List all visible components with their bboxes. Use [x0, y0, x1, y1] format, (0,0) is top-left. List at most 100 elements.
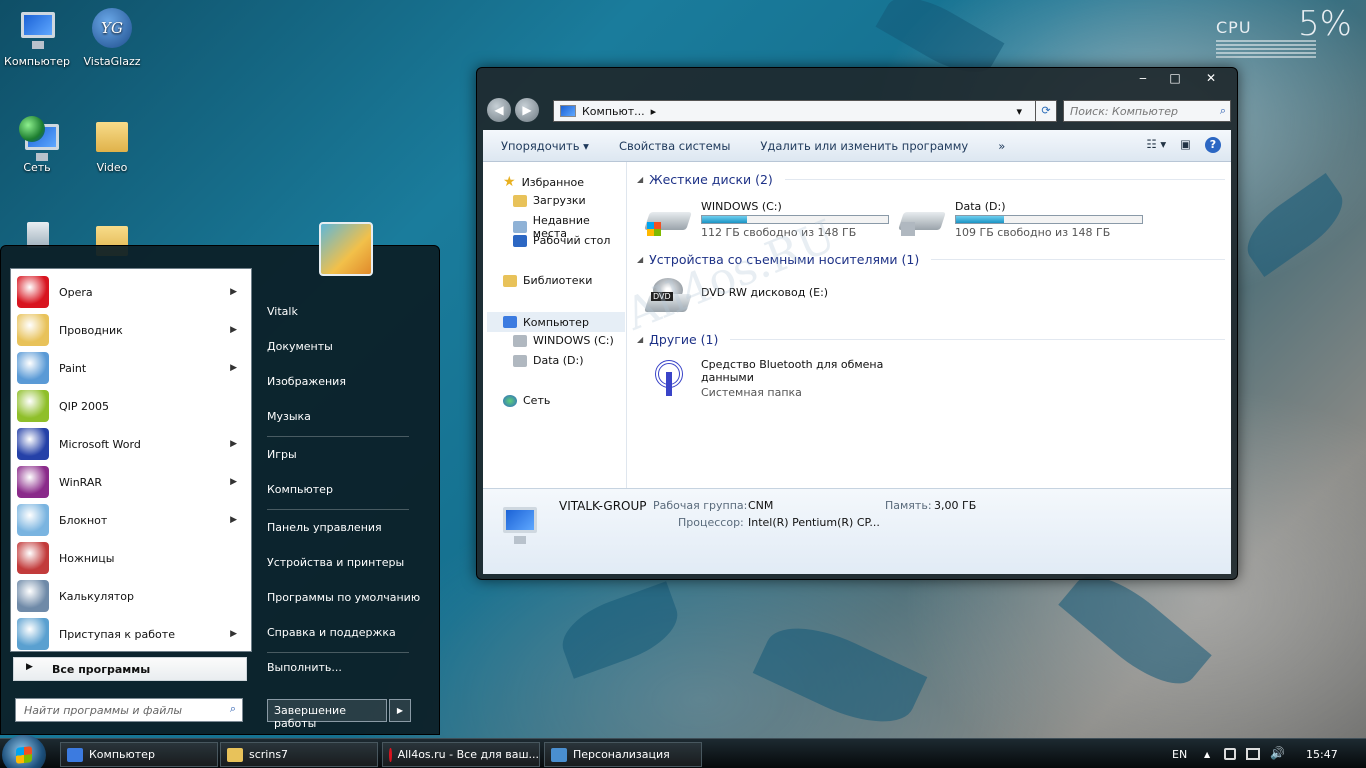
right-item-run[interactable]: Выполнить...	[267, 661, 342, 674]
taskbar-button-personalization[interactable]: Персонализация	[544, 742, 702, 767]
collapse-icon[interactable]: ◢	[637, 255, 643, 264]
uninstall-program-button[interactable]: Удалить или изменить программу	[760, 139, 968, 153]
nav-item-network[interactable]: Сеть	[503, 394, 550, 407]
right-item-games[interactable]: Игры	[267, 448, 297, 461]
program-item[interactable]: Microsoft Word ▶	[11, 425, 251, 463]
usb-device-icon[interactable]	[1224, 748, 1236, 760]
show-hidden-icons-icon[interactable]: ▲	[1204, 750, 1210, 759]
nav-item-desktop[interactable]: Рабочий стол	[513, 234, 610, 247]
program-item[interactable]: Opera ▶	[11, 273, 251, 311]
drive-item-d[interactable]: Data (D:) 109 ГБ свободно из 148 ГБ	[898, 200, 1143, 239]
nav-item-downloads[interactable]: Загрузки	[513, 194, 586, 207]
taskbar-button-computer[interactable]: Компьютер	[60, 742, 218, 767]
program-label: Калькулятор	[59, 589, 134, 603]
explorer-window[interactable]: ‒ □ ✕ ◀ ▶ Компьют... ▸ ▾ ⟳ Поиск: Компью…	[476, 67, 1238, 580]
nav-item-drive-d[interactable]: Data (D:)	[513, 354, 584, 367]
shutdown-button[interactable]: Завершение работы	[267, 699, 387, 730]
right-item-music[interactable]: Музыка	[267, 410, 311, 423]
volume-icon[interactable]: 🔊	[1270, 746, 1285, 760]
nav-item-computer[interactable]: Компьютер	[487, 312, 625, 332]
refresh-icon[interactable]: ⟳	[1035, 100, 1057, 122]
submenu-arrow-icon[interactable]: ▶	[230, 515, 237, 525]
drive-name: DVD RW дисковод (E:)	[701, 286, 829, 299]
organize-button[interactable]: Упорядочить ▾	[501, 139, 589, 153]
nav-item-drive-c[interactable]: WINDOWS (C:)	[513, 334, 614, 347]
submenu-arrow-icon[interactable]: ▶	[230, 287, 237, 297]
search-input[interactable]: Поиск: Компьютер ⌕	[1063, 100, 1231, 122]
shutdown-options-icon[interactable]: ▶	[389, 699, 411, 722]
address-bar[interactable]: Компьют... ▸ ▾	[553, 100, 1055, 122]
submenu-arrow-icon[interactable]: ▶	[230, 477, 237, 487]
right-item-default-programs[interactable]: Программы по умолчанию	[267, 591, 420, 604]
program-icon	[17, 428, 49, 460]
view-options-icon[interactable]: ☷ ▾	[1146, 137, 1166, 153]
address-dropdown-icon[interactable]: ▾	[1016, 105, 1028, 118]
right-item-documents[interactable]: Документы	[267, 340, 333, 353]
preview-pane-icon[interactable]: ▣	[1180, 137, 1191, 153]
right-item-computer[interactable]: Компьютер	[267, 483, 333, 496]
nav-item-libraries[interactable]: Библиотеки	[503, 274, 592, 287]
breadcrumb-arrow-icon[interactable]: ▸	[651, 105, 657, 118]
maximize-button[interactable]: □	[1159, 68, 1191, 88]
drive-item-dvd[interactable]: DVD DVD RW дисковод (E:)	[644, 278, 829, 314]
program-label: Ножницы	[59, 551, 115, 565]
close-button[interactable]: ✕	[1191, 68, 1231, 88]
program-item[interactable]: Блокнот ▶	[11, 501, 251, 539]
language-indicator[interactable]: EN	[1172, 748, 1187, 761]
collapse-icon[interactable]: ◢	[637, 175, 643, 184]
right-item-control-panel[interactable]: Панель управления	[267, 521, 382, 534]
system-properties-button[interactable]: Свойства системы	[619, 139, 730, 153]
workgroup-label: Рабочая группа:	[653, 499, 748, 512]
right-item-pictures[interactable]: Изображения	[267, 375, 346, 388]
clock[interactable]: 15:47	[1306, 748, 1338, 761]
group-header-other[interactable]: ◢ Другие (1)	[637, 330, 1225, 348]
drive-item-c[interactable]: WINDOWS (C:) 112 ГБ свободно из 148 ГБ	[644, 200, 889, 239]
right-item-user[interactable]: Vitalk	[267, 305, 298, 318]
recent-places-icon	[513, 221, 527, 233]
forward-button[interactable]: ▶	[515, 98, 539, 122]
group-header-removable[interactable]: ◢ Устройства со съемными носителями (1)	[637, 250, 1225, 268]
nav-item-favorites[interactable]: ★ Избранное	[503, 174, 584, 190]
back-button[interactable]: ◀	[487, 98, 511, 122]
window-controls: ‒ □ ✕	[1127, 68, 1231, 88]
taskbar-button-opera[interactable]: All4os.ru - Все для ваш...	[382, 742, 540, 767]
start-search-input[interactable]: Найти программы и файлы ⌕	[15, 698, 243, 722]
program-item[interactable]: WinRAR ▶	[11, 463, 251, 501]
cpu-gadget[interactable]: CPU 5%	[1214, 4, 1360, 60]
right-item-devices-printers[interactable]: Устройства и принтеры	[267, 556, 404, 569]
taskbar-button-scrins7[interactable]: scrins7	[220, 742, 378, 767]
program-item[interactable]: Калькулятор	[11, 577, 251, 615]
user-picture[interactable]	[319, 222, 373, 276]
submenu-arrow-icon[interactable]: ▶	[230, 325, 237, 335]
minimize-button[interactable]: ‒	[1127, 68, 1159, 88]
program-item[interactable]: Paint ▶	[11, 349, 251, 387]
program-label: WinRAR	[59, 475, 103, 489]
help-icon[interactable]: ?	[1205, 137, 1221, 153]
program-icon	[17, 466, 49, 498]
search-icon[interactable]: ⌕	[230, 702, 236, 716]
collapse-icon[interactable]: ◢	[637, 335, 643, 344]
vistaglazz-icon: YG	[90, 8, 134, 52]
group-header-hdd[interactable]: ◢ Жесткие диски (2)	[637, 170, 1225, 188]
star-icon: ★	[503, 174, 516, 190]
submenu-arrow-icon[interactable]: ▶	[230, 439, 237, 449]
desktop-icon-vistaglazz[interactable]: YG VistaGlazz	[72, 8, 152, 68]
program-label: Microsoft Word	[59, 437, 141, 451]
network-tray-icon[interactable]	[1246, 748, 1260, 760]
more-commands-button[interactable]: »	[998, 139, 1005, 153]
submenu-arrow-icon[interactable]: ▶	[230, 629, 237, 639]
program-item[interactable]: Проводник ▶	[11, 311, 251, 349]
desktop-icon-network[interactable]: Сеть	[0, 114, 77, 174]
program-item[interactable]: QIP 2005	[11, 387, 251, 425]
submenu-arrow-icon[interactable]: ▶	[230, 363, 237, 373]
start-button[interactable]	[2, 735, 46, 768]
search-icon[interactable]: ⌕	[1220, 104, 1226, 118]
desktop-icon-video[interactable]: Video	[72, 114, 152, 174]
bluetooth-item[interactable]: Средство Bluetooth для обмена данными Си…	[647, 358, 883, 399]
dvd-drive-icon: DVD	[644, 278, 692, 314]
program-item[interactable]: Ножницы	[11, 539, 251, 577]
program-item[interactable]: Приступая к работе ▶	[11, 615, 251, 653]
desktop-icon-computer[interactable]: Компьютер	[0, 8, 77, 68]
right-item-help[interactable]: Справка и поддержка	[267, 626, 396, 639]
all-programs-button[interactable]: ▶ Все программы	[13, 657, 247, 681]
